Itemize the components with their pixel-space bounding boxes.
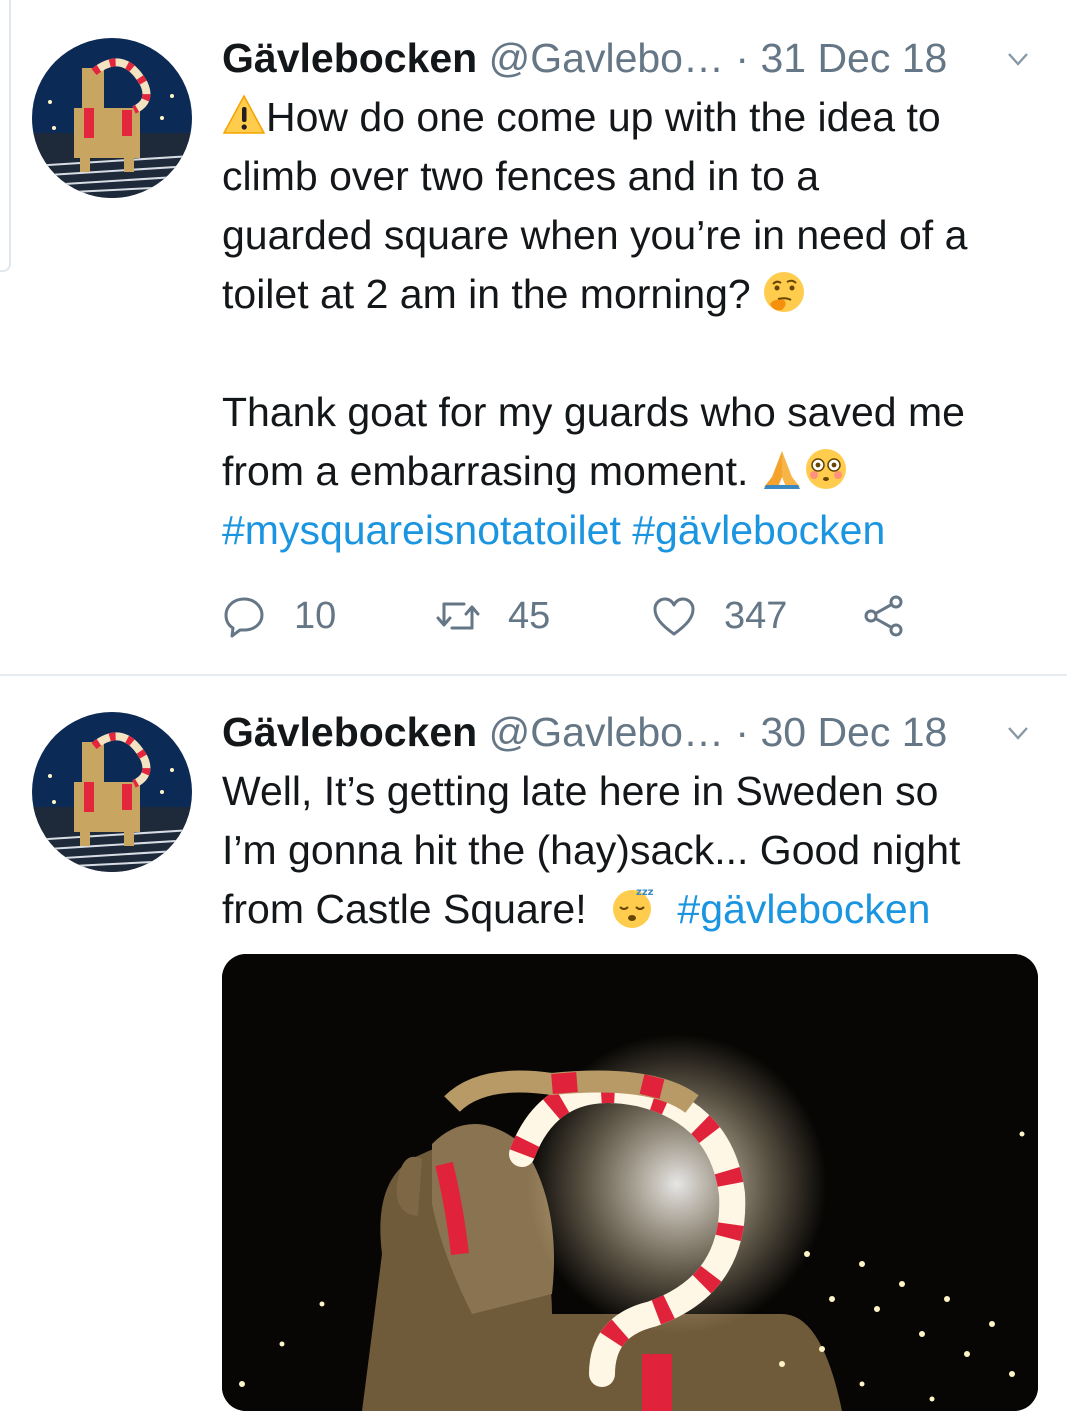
text-line: Thank goat for my guards who saved me <box>222 389 965 435</box>
text-line: guarded square when you’re in need of a <box>222 212 968 258</box>
retweet-icon <box>436 602 480 630</box>
thinking-face-icon <box>764 272 805 312</box>
warning-icon <box>222 94 266 134</box>
like-icon <box>653 597 695 636</box>
like-count: 347 <box>724 594 788 637</box>
share-button[interactable] <box>862 588 934 644</box>
separator-dot: · <box>735 709 750 755</box>
tweet-actions: 10 45 347 <box>222 588 942 644</box>
folded-hands-icon <box>763 451 800 489</box>
sleeping-face-icon: zzz <box>613 887 654 928</box>
retweet-button[interactable]: 45 <box>436 588 550 644</box>
separator-dot: · <box>735 35 750 81</box>
tweet[interactable]: Gävlebocken @Gavlebo… · 31 Dec 18 How do… <box>0 0 1067 676</box>
text-line: I’m gonna hit the (hay)sack... Good nigh… <box>222 827 961 873</box>
reply-count: 10 <box>294 594 337 637</box>
tweet-text: How do one come up with the idea to clim… <box>222 88 1037 560</box>
svg-text:zzz: zzz <box>636 887 654 898</box>
display-name[interactable]: Gävlebocken <box>222 35 477 81</box>
text-line: from Castle Square! <box>222 886 587 932</box>
tweet-date[interactable]: 31 Dec 18 <box>760 35 947 81</box>
retweet-count: 45 <box>508 594 551 637</box>
tweet-text: Well, It’s getting late here in Sweden s… <box>222 762 1037 939</box>
tweet-photo[interactable] <box>222 954 1038 1411</box>
tweet-content: Gävlebocken @Gavlebo… · 30 Dec 18 Well, … <box>222 704 1037 939</box>
avatar[interactable] <box>32 38 192 198</box>
hashtag-links[interactable]: #mysquareisnotatoilet #gävlebocken <box>222 501 1037 560</box>
reply-button[interactable]: 10 <box>222 588 336 644</box>
text-line: climb over two fences and in to a <box>222 153 820 199</box>
chevron-down-icon[interactable] <box>1007 48 1029 70</box>
flushed-face-icon <box>805 449 846 489</box>
like-button[interactable]: 347 <box>652 588 787 644</box>
avatar[interactable] <box>32 712 192 872</box>
share-icon <box>864 595 903 637</box>
chevron-down-icon[interactable] <box>1007 722 1029 744</box>
user-handle[interactable]: @Gavlebo… <box>489 709 724 755</box>
display-name[interactable]: Gävlebocken <box>222 709 477 755</box>
text-line: from a embarrasing moment. <box>222 448 749 494</box>
hashtag-link[interactable]: #gävlebocken <box>677 886 930 932</box>
text-line: How do one come up with the idea to <box>266 94 941 140</box>
tweet-content: Gävlebocken @Gavlebo… · 31 Dec 18 How do… <box>222 30 1037 560</box>
user-handle[interactable]: @Gavlebo… <box>489 35 724 81</box>
reply-icon <box>224 597 264 638</box>
tweet-header: Gävlebocken @Gavlebo… · 31 Dec 18 <box>222 30 1037 86</box>
tweet-date[interactable]: 30 Dec 18 <box>760 709 947 755</box>
text-line: toilet at 2 am in the morning? <box>222 271 751 317</box>
tweet[interactable]: Gävlebocken @Gavlebo… · 30 Dec 18 Well, … <box>0 676 1067 1411</box>
tweet-header: Gävlebocken @Gavlebo… · 30 Dec 18 <box>222 704 1037 760</box>
text-line: Well, It’s getting late here in Sweden s… <box>222 768 939 814</box>
